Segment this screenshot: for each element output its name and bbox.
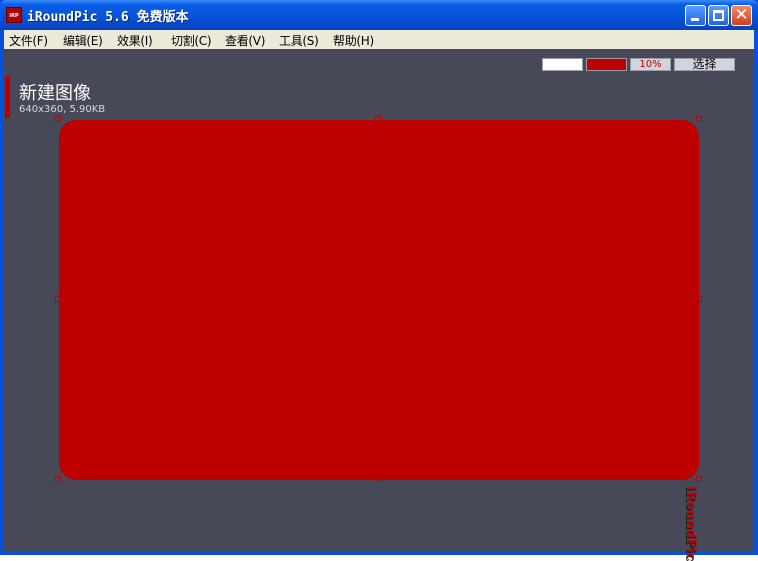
menu-help[interactable]: 帮助(H): [333, 32, 374, 49]
background-color-swatch[interactable]: [542, 58, 583, 71]
minimize-icon: [691, 18, 699, 21]
title-bar[interactable]: iRP iRoundPic 5.6 免费版本 ✕: [0, 0, 758, 30]
image-canvas[interactable]: [59, 120, 699, 480]
menu-tools[interactable]: 工具(S): [279, 32, 319, 49]
corner-color-swatch[interactable]: [586, 58, 627, 71]
workspace: 10% 选择 新建图像 640x360, 5.90KB iRoundPic: [4, 50, 754, 561]
resize-handle-bottom[interactable]: [376, 476, 382, 482]
resize-handle-bottom-left[interactable]: [55, 476, 61, 482]
select-button[interactable]: 选择: [674, 58, 735, 71]
image-meta: 640x360, 5.90KB: [19, 104, 106, 115]
menu-bar: 文件(F) 编辑(E) 效果(I) 切割(C) 查看(V) 工具(S) 帮助(H…: [4, 30, 754, 49]
resize-handle-top[interactable]: [375, 116, 381, 122]
resize-handle-top-left[interactable]: [55, 116, 61, 122]
app-window: iRP iRoundPic 5.6 免费版本 ✕ 文件(F) 编辑(E) 效果(…: [0, 0, 758, 561]
maximize-icon: [713, 10, 724, 21]
menu-effects[interactable]: 效果(I): [117, 32, 153, 49]
watermark-logo: iRoundPic: [683, 486, 698, 561]
menu-cut[interactable]: 切割(C): [171, 32, 212, 49]
close-icon: ✕: [734, 5, 749, 25]
close-button[interactable]: ✕: [731, 5, 752, 26]
minimize-button[interactable]: [685, 5, 706, 26]
resize-handle-top-right[interactable]: [696, 116, 702, 122]
menu-view[interactable]: 查看(V): [225, 32, 265, 49]
resize-handle-right[interactable]: [696, 296, 702, 302]
maximize-button[interactable]: [708, 5, 729, 26]
title-accent-bar: [5, 76, 10, 118]
resize-handle-bottom-right[interactable]: [696, 476, 702, 482]
app-icon[interactable]: iRP: [6, 7, 22, 23]
resize-handle-left[interactable]: [55, 296, 61, 302]
menu-edit[interactable]: 编辑(E): [63, 32, 103, 49]
window-title: iRoundPic 5.6 免费版本: [27, 10, 189, 25]
menu-file[interactable]: 文件(F): [9, 32, 48, 49]
radius-percent-field[interactable]: 10%: [630, 58, 671, 71]
image-title: 新建图像: [19, 83, 91, 104]
